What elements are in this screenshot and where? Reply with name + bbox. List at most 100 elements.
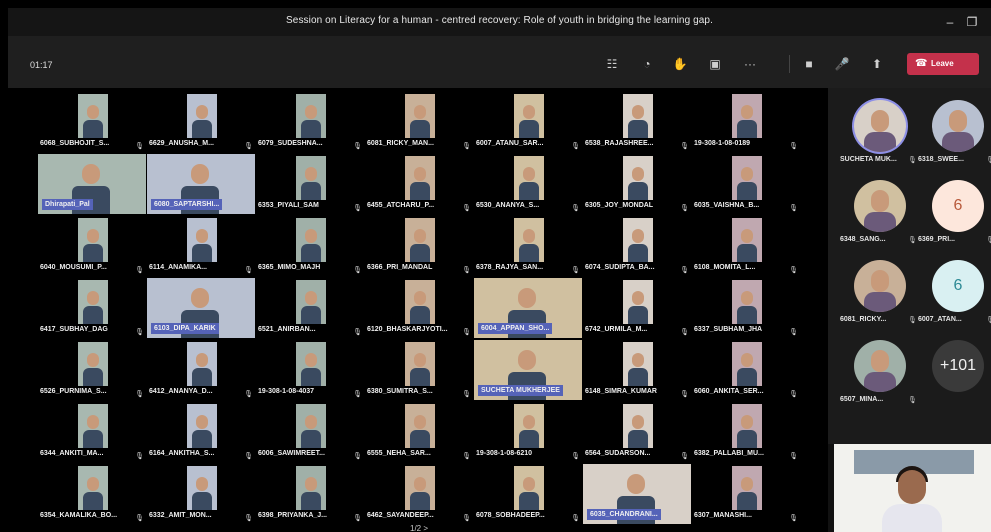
participant-tile[interactable]: 6103_DIPA_KARIK bbox=[147, 278, 255, 338]
raise-hand-icon[interactable]: ✋ bbox=[672, 56, 688, 72]
participant-tile[interactable]: 6007_ATANU_SAR... 🎙 bbox=[474, 92, 582, 152]
participant-tile[interactable]: 6564_SUDARSON... 🎙 bbox=[583, 402, 691, 462]
participant-tile[interactable]: 6079_SUDESHNA... 🎙 bbox=[256, 92, 364, 152]
participant-body bbox=[519, 492, 539, 510]
participant-tile[interactable]: 6530_ANANYA_S... 🎙 bbox=[474, 154, 582, 214]
participant-video bbox=[78, 94, 108, 138]
participant-face bbox=[523, 229, 535, 243]
camera-icon[interactable]: ■ bbox=[801, 56, 817, 72]
participant-name: 6521_ANIRBAN... bbox=[258, 326, 316, 333]
participant-tile[interactable]: 6366_PRI_MANDAL 🎙 bbox=[365, 216, 473, 276]
participant-video bbox=[732, 156, 762, 200]
participant-tile[interactable]: 6305_JOY_MONDAL 🎙 bbox=[583, 154, 691, 214]
participant-face bbox=[305, 477, 317, 491]
side-participant[interactable]: 6 6007_ATAN... 🎙 bbox=[914, 256, 991, 334]
participant-face bbox=[191, 164, 209, 184]
participant-video bbox=[296, 280, 326, 324]
minimize-icon[interactable]: – bbox=[942, 14, 958, 30]
participant-video bbox=[732, 280, 762, 324]
participant-name: SUCHETA MUKHERJEE bbox=[478, 385, 563, 396]
participant-tile[interactable]: 19-308-1-08-4037 🎙 bbox=[256, 340, 364, 400]
participant-tile[interactable]: 6462_SAYANDEEP... 🎙 bbox=[365, 464, 473, 524]
participant-tile[interactable]: 6074_SUDIPTA_BA... 🎙 bbox=[583, 216, 691, 276]
participant-tile[interactable]: 6380_SUMITRA_S... 🎙 bbox=[365, 340, 473, 400]
participant-tile[interactable]: 6337_SUBHAM_JHA 🎙 bbox=[692, 278, 800, 338]
participant-tile[interactable]: 19-308-1-08-6210 🎙 bbox=[474, 402, 582, 462]
participant-face bbox=[305, 229, 317, 243]
participant-tile[interactable]: 6629_ANUSHA_M... 🎙 bbox=[147, 92, 255, 152]
side-participant[interactable]: 6 6369_PRI... 🎙 bbox=[914, 176, 991, 254]
participant-tile[interactable]: 6365_MIMO_MAJH 🎙 bbox=[256, 216, 364, 276]
mic-muted-icon: 🎙 bbox=[135, 391, 144, 398]
participant-tile[interactable]: 6004_APPAN_SHO... bbox=[474, 278, 582, 338]
participant-tile[interactable]: 6521_ANIRBAN... 🎙 bbox=[256, 278, 364, 338]
participant-tile[interactable]: 6398_PRIYANKA_J... 🎙 bbox=[256, 464, 364, 524]
participant-video bbox=[623, 94, 653, 138]
participant-face bbox=[196, 105, 208, 119]
participant-tile[interactable]: 19-308-1-08-0189 🎙 bbox=[692, 92, 800, 152]
participant-tile[interactable]: 6035_VAISHNA_B... 🎙 bbox=[692, 154, 800, 214]
leave-button[interactable]: ☎ Leave bbox=[907, 53, 979, 75]
rooms-icon[interactable]: ▣ bbox=[707, 56, 723, 72]
participant-tile[interactable]: SUCHETA MUKHERJEE bbox=[474, 340, 582, 400]
avatar-face bbox=[871, 190, 889, 212]
people-icon[interactable]: ☷ bbox=[604, 56, 620, 72]
participant-tile[interactable]: 6538_RAJASHREE... 🎙 bbox=[583, 92, 691, 152]
side-participant[interactable]: 6318_SWEE... 🎙 bbox=[914, 96, 991, 174]
mic-muted-icon: 🎙 bbox=[462, 453, 471, 460]
participant-face bbox=[741, 477, 753, 491]
participant-tile[interactable]: 6060_ANKITA_SER... 🎙 bbox=[692, 340, 800, 400]
side-participant[interactable]: 6348_SANG... 🎙 bbox=[836, 176, 917, 254]
participant-face bbox=[196, 415, 208, 429]
mic-muted-icon: 🎙 bbox=[571, 205, 580, 212]
more-icon[interactable]: ··· bbox=[742, 56, 758, 72]
participant-tile[interactable]: 6742_URMILA_M... 🎙 bbox=[583, 278, 691, 338]
side-participant[interactable]: SUCHETA MUK... 🎙 bbox=[836, 96, 917, 174]
mic-icon[interactable]: 🎤 bbox=[834, 56, 850, 72]
participant-face bbox=[741, 229, 753, 243]
participant-tile[interactable]: 6353_PIYALI_SAM 🎙 bbox=[256, 154, 364, 214]
side-participant[interactable]: 6081_RICKY... 🎙 bbox=[836, 256, 917, 334]
participant-name: 19-308-1-08-6210 bbox=[476, 450, 533, 457]
participant-tile[interactable]: 6081_RICKY_MAN... 🎙 bbox=[365, 92, 473, 152]
participant-tile[interactable]: 6307_MANASHI... 🎙 bbox=[692, 464, 800, 524]
participant-tile[interactable]: 6078_SOBHADEEP... 🎙 bbox=[474, 464, 582, 524]
participant-tile[interactable]: 6164_ANKITHA_S... 🎙 bbox=[147, 402, 255, 462]
participant-tile[interactable]: 6526_PURNIMA_S... 🎙 bbox=[38, 340, 146, 400]
chat-icon[interactable]: ◔ bbox=[639, 56, 655, 72]
participant-tile[interactable]: Dhirapati_Pal bbox=[38, 154, 146, 214]
participant-name: 6382_PALLABI_MU... bbox=[694, 450, 764, 457]
restore-icon[interactable]: ❐ bbox=[964, 14, 980, 30]
participant-tile[interactable]: 6378_RAJYA_SAN... 🎙 bbox=[474, 216, 582, 276]
participant-tile[interactable]: 6108_MOMITA_L... 🎙 bbox=[692, 216, 800, 276]
participant-tile[interactable]: 6006_SAWIMREET... 🎙 bbox=[256, 402, 364, 462]
participant-name: 6007_ATANU_SAR... bbox=[476, 140, 544, 147]
participant-face bbox=[523, 105, 535, 119]
participant-body bbox=[628, 306, 648, 324]
participant-tile[interactable]: 6354_KAMALIKA_BO... 🎙 bbox=[38, 464, 146, 524]
participant-tile[interactable]: 6120_BHASKARJYOTI... 🎙 bbox=[365, 278, 473, 338]
participant-tile[interactable]: 6382_PALLABI_MU... 🎙 bbox=[692, 402, 800, 462]
participant-tile[interactable]: 6344_ANKITI_MA... 🎙 bbox=[38, 402, 146, 462]
grid-pager[interactable]: 1/2 > bbox=[410, 524, 428, 532]
participant-video bbox=[514, 218, 544, 262]
participant-tile[interactable]: 6455_ATCHARU_P... 🎙 bbox=[365, 154, 473, 214]
participant-tile[interactable]: 6080_SAPTARSHI... bbox=[147, 154, 255, 214]
participant-video bbox=[732, 466, 762, 510]
participant-tile[interactable]: 6332_AMIT_MON... 🎙 bbox=[147, 464, 255, 524]
participant-body bbox=[410, 120, 430, 138]
participant-tile[interactable]: 6035_CHANDRANI... bbox=[583, 464, 691, 524]
participant-name: 6035_CHANDRANI... bbox=[587, 509, 661, 520]
participant-tile[interactable]: 6040_MOUSUMI_P... 🎙 bbox=[38, 216, 146, 276]
more-participants-button[interactable]: +101 bbox=[914, 336, 991, 414]
participant-tile[interactable]: 6417_SUBHAY_DAG 🎙 bbox=[38, 278, 146, 338]
participant-face bbox=[87, 105, 99, 119]
share-icon[interactable]: ⬆ bbox=[869, 56, 885, 72]
participant-tile[interactable]: 6412_ANANYA_D... 🎙 bbox=[147, 340, 255, 400]
mic-muted-icon: 🎙 bbox=[680, 453, 689, 460]
participant-tile[interactable]: 6555_NEHA_SAR... 🎙 bbox=[365, 402, 473, 462]
side-participant[interactable]: 6507_MINA... 🎙 bbox=[836, 336, 917, 414]
participant-tile[interactable]: 6068_SUBHOJIT_S... 🎙 bbox=[38, 92, 146, 152]
participant-tile[interactable]: 6148_SIMRA_KUMAR 🎙 bbox=[583, 340, 691, 400]
participant-tile[interactable]: 6114_ANAMIKA... 🎙 bbox=[147, 216, 255, 276]
